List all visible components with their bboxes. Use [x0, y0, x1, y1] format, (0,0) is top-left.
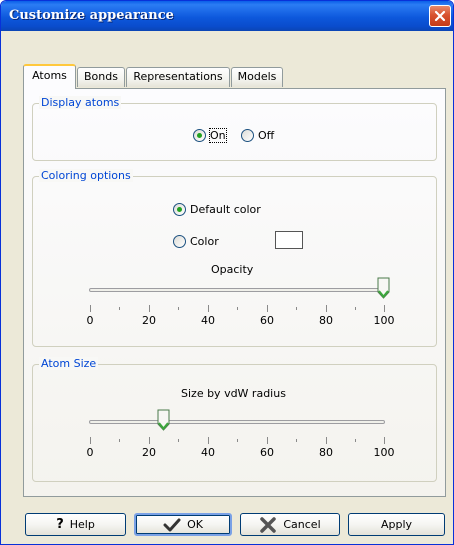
help-icon: ?	[56, 517, 64, 532]
opacity-minor-tick	[178, 307, 179, 310]
radio-color-indicator[interactable]	[173, 235, 186, 248]
opacity-tick-label: 0	[86, 314, 94, 327]
opacity-major-tick	[90, 305, 91, 312]
opacity-tick-label: 100	[373, 314, 395, 327]
radio-on-indicator[interactable]	[193, 129, 206, 142]
size-minor-tick	[119, 439, 120, 442]
opacity-minor-tick	[119, 307, 120, 310]
radio-color-label: Color	[190, 235, 219, 248]
atom-size-slider-thumb[interactable]	[157, 409, 170, 431]
ok-button-label: OK	[187, 518, 203, 531]
size-tick-label: 40	[201, 446, 215, 459]
radio-default-color[interactable]: Default color	[173, 203, 261, 216]
size-tick-label: 60	[260, 446, 274, 459]
size-major-tick	[384, 437, 385, 444]
coloring-options-legend: Coloring options	[39, 169, 133, 182]
opacity-tick-label: 20	[142, 314, 156, 327]
opacity-slider-track[interactable]	[89, 288, 385, 292]
size-major-tick	[267, 437, 268, 444]
apply-button[interactable]: Apply	[348, 513, 445, 536]
opacity-minor-tick	[237, 307, 238, 310]
radio-off-indicator[interactable]	[241, 129, 254, 142]
size-major-tick	[208, 437, 209, 444]
opacity-slider[interactable]: 0 20 40 60 80 100	[33, 277, 438, 345]
size-tick-label: 100	[373, 446, 395, 459]
size-major-tick	[149, 437, 150, 444]
close-icon	[434, 10, 446, 22]
size-tick-label: 0	[86, 446, 94, 459]
opacity-minor-tick	[355, 307, 356, 310]
atom-size-legend: Atom Size	[39, 357, 99, 370]
help-button[interactable]: ? Help	[25, 513, 126, 536]
tab-bonds[interactable]: Bonds	[77, 67, 125, 87]
size-by-vdw-label: Size by vdW radius	[181, 387, 286, 400]
color-swatch[interactable]	[275, 231, 303, 249]
cancel-x-icon	[260, 516, 277, 533]
title-bar[interactable]: Customize appearance	[1, 1, 453, 31]
size-tick-label: 80	[319, 446, 333, 459]
opacity-tick-label: 60	[260, 314, 274, 327]
atom-size-slider-track[interactable]	[89, 420, 385, 424]
ok-button[interactable]: OK	[134, 513, 232, 536]
window-title: Customize appearance	[9, 8, 174, 23]
size-tick-label: 20	[142, 446, 156, 459]
radio-off-label: Off	[258, 129, 275, 142]
tab-models[interactable]: Models	[231, 67, 283, 87]
opacity-major-tick	[208, 305, 209, 312]
radio-on-label: On	[209, 128, 227, 143]
tab-representations[interactable]: Representations	[126, 67, 230, 87]
customize-appearance-dialog: Customize appearance Atoms Bonds Represe…	[0, 0, 454, 545]
opacity-major-tick	[384, 305, 385, 312]
apply-button-label: Apply	[380, 518, 413, 531]
close-button[interactable]	[429, 5, 451, 27]
atom-size-group: Atom Size Size by vdW radius 0 20 40 60 …	[32, 357, 438, 482]
opacity-label: Opacity	[211, 263, 254, 276]
coloring-options-group: Coloring options Default color Color Opa…	[32, 169, 438, 347]
help-button-label: Help	[69, 518, 95, 531]
atom-size-slider[interactable]: 0 20 40 60 80 100	[33, 409, 438, 477]
opacity-minor-tick	[296, 307, 297, 310]
radio-off[interactable]: Off	[241, 129, 274, 142]
cancel-button[interactable]: Cancel	[240, 513, 340, 536]
radio-default-color-indicator[interactable]	[173, 203, 186, 216]
size-minor-tick	[237, 439, 238, 442]
opacity-tick-label: 40	[201, 314, 215, 327]
radio-color[interactable]: Color	[173, 235, 219, 248]
opacity-major-tick	[267, 305, 268, 312]
display-atoms-legend: Display atoms	[39, 96, 122, 109]
radio-on[interactable]: On	[193, 128, 227, 143]
checkmark-icon	[163, 518, 181, 531]
size-minor-tick	[296, 439, 297, 442]
opacity-tick-label: 80	[319, 314, 333, 327]
atoms-tab-panel: Display atoms On Off Coloring options De…	[23, 88, 446, 497]
cancel-button-label: Cancel	[283, 518, 321, 531]
opacity-major-tick	[326, 305, 327, 312]
display-atoms-group: Display atoms On Off	[32, 96, 437, 161]
tab-atoms[interactable]: Atoms	[23, 64, 76, 89]
size-major-tick	[90, 437, 91, 444]
size-minor-tick	[178, 439, 179, 442]
radio-default-color-label: Default color	[190, 203, 261, 216]
opacity-slider-thumb[interactable]	[377, 277, 390, 299]
opacity-major-tick	[149, 305, 150, 312]
size-major-tick	[326, 437, 327, 444]
size-minor-tick	[355, 439, 356, 442]
